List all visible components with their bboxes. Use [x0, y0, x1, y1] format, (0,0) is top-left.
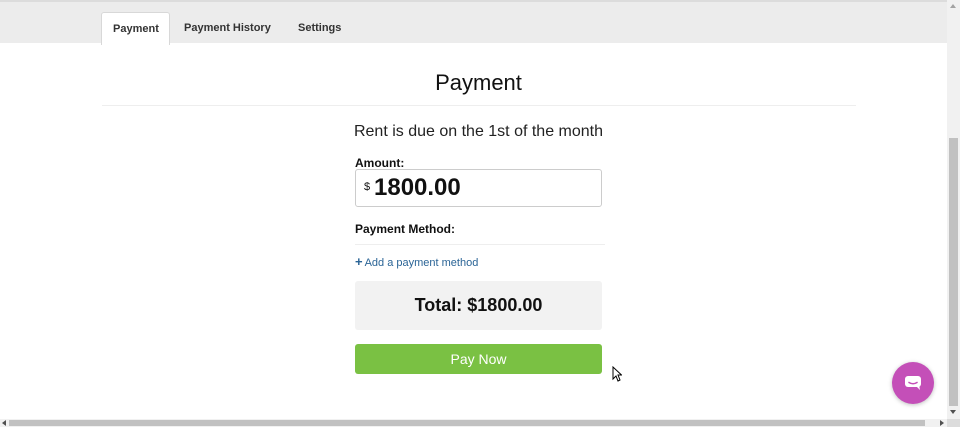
- payment-method-label: Payment Method:: [355, 222, 456, 236]
- tab-bar: Payment Payment History Settings: [0, 0, 947, 45]
- amount-label: Amount:: [355, 156, 405, 170]
- currency-symbol: $: [364, 181, 371, 193]
- mouse-pointer-icon: [612, 365, 623, 387]
- title-divider: [102, 105, 856, 106]
- tab-payment-history[interactable]: Payment History: [173, 12, 282, 45]
- vertical-scrollbar[interactable]: [947, 0, 960, 419]
- total-amount: Total: $1800.00: [355, 281, 602, 330]
- amount-input[interactable]: [374, 174, 589, 202]
- page-title: Payment: [435, 70, 522, 95]
- scroll-right-arrow-icon[interactable]: [940, 420, 944, 426]
- scroll-left-arrow-icon[interactable]: [2, 420, 6, 426]
- add-payment-method-label: Add a payment method: [364, 257, 479, 269]
- scroll-up-arrow-icon[interactable]: [950, 4, 956, 8]
- pay-now-button[interactable]: Pay Now: [355, 344, 602, 374]
- amount-field[interactable]: $: [355, 169, 602, 207]
- plus-icon: +: [355, 254, 363, 269]
- vertical-scroll-thumb[interactable]: [949, 138, 958, 406]
- scroll-down-arrow-icon[interactable]: [950, 410, 956, 414]
- scrollbar-corner: [947, 419, 960, 427]
- chat-widget-button[interactable]: [892, 362, 934, 404]
- page-viewport: Payment Payment History Settings Payment…: [0, 0, 947, 419]
- horizontal-scroll-thumb[interactable]: [9, 420, 925, 426]
- chat-bubble-icon: [905, 376, 921, 390]
- tab-payment[interactable]: Payment: [101, 12, 170, 45]
- add-payment-method-link[interactable]: + Add a payment method: [355, 254, 478, 269]
- payment-method-divider: [355, 244, 605, 245]
- tab-settings[interactable]: Settings: [287, 12, 352, 45]
- due-date-notice: Rent is due on the 1st of the month: [353, 123, 604, 140]
- horizontal-scrollbar[interactable]: [0, 419, 947, 427]
